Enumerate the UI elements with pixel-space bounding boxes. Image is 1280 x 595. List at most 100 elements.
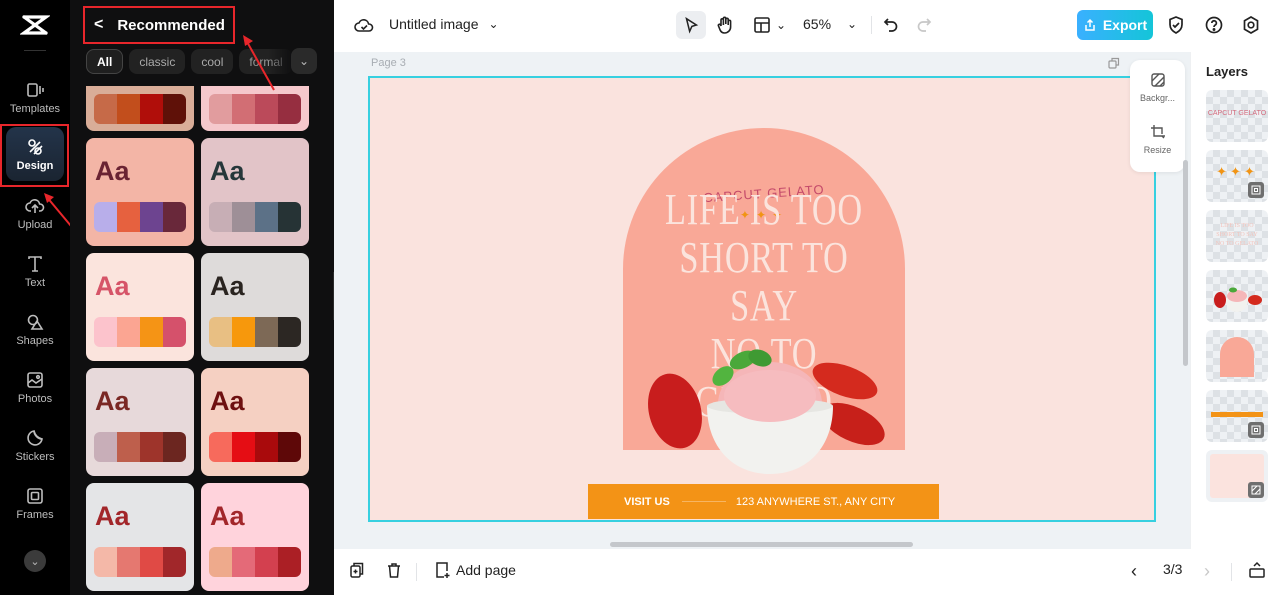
shapes-icon <box>27 314 44 330</box>
templates-icon <box>27 82 44 97</box>
resize-tool-button[interactable]: Resize <box>1130 124 1185 155</box>
rail-label: Text <box>24 276 46 289</box>
palette-card[interactable]: Aa <box>86 253 194 361</box>
undo-button[interactable] <box>881 15 901 35</box>
palette-card[interactable]: Aa <box>86 368 194 476</box>
next-page-button[interactable]: › <box>1204 561 1210 582</box>
bottom-divider <box>416 563 417 581</box>
font-sample: Aa <box>210 271 245 301</box>
palette-card[interactable] <box>201 86 309 131</box>
chip-cool[interactable]: cool <box>191 49 234 74</box>
rail-item-text[interactable]: Text <box>6 244 64 298</box>
palette-card[interactable]: Aa <box>201 368 309 476</box>
rail-divider <box>24 50 46 51</box>
rail-more-button[interactable]: ⌄ <box>24 550 46 572</box>
color-swatch <box>140 432 163 462</box>
color-swatch <box>209 317 232 347</box>
layer-banner[interactable] <box>1206 390 1268 442</box>
layer-background[interactable] <box>1206 450 1268 502</box>
duplicate-page-icon[interactable] <box>1108 57 1120 69</box>
color-swatch <box>163 317 186 347</box>
chevron-left-icon[interactable]: < <box>94 16 103 34</box>
previous-page-button[interactable]: ‹ <box>1131 561 1137 582</box>
resize-tool-label: Resize <box>1143 145 1172 155</box>
color-swatch <box>94 94 117 124</box>
palette-card[interactable] <box>86 86 194 131</box>
palette-card[interactable]: Aa <box>201 253 309 361</box>
font-sample: Aa <box>95 386 130 416</box>
settings-button[interactable] <box>1241 15 1261 35</box>
panel-header[interactable]: < Recommended <box>86 8 225 42</box>
color-swatch <box>278 202 301 232</box>
chip-all[interactable]: All <box>86 49 124 74</box>
vertical-scrollbar[interactable] <box>1183 160 1188 366</box>
layer-headline[interactable]: LIFE IS TOO SHORT TO SAY NO TO GELATO <box>1206 210 1268 262</box>
duplicate-page-button[interactable] <box>348 561 366 579</box>
redo-button[interactable] <box>914 15 934 35</box>
layers-panel: Layers CAPCUT GELATO ✦✦✦ LIFE IS TOO SHOR… <box>1190 52 1280 549</box>
chip-classic[interactable]: classic <box>129 49 186 74</box>
rail-item-design[interactable]: Design <box>6 127 64 181</box>
page-counter: 3/3 <box>1163 561 1183 577</box>
add-page-label: Add page <box>456 562 516 578</box>
palette-card[interactable]: Aa <box>86 483 194 591</box>
palette-card[interactable]: Aa <box>201 138 309 246</box>
palette-card[interactable]: Aa <box>201 483 309 591</box>
layout-menu-button[interactable]: ⌄ <box>752 15 786 35</box>
document-title[interactable]: Untitled image ⌄ <box>389 16 499 32</box>
help-button[interactable] <box>1204 15 1224 35</box>
color-swatch <box>94 317 117 347</box>
color-swatch <box>255 317 278 347</box>
color-swatch <box>232 547 255 577</box>
layer-brand-text[interactable]: CAPCUT GELATO <box>1206 90 1268 142</box>
rail-item-shapes[interactable]: Shapes <box>6 302 64 356</box>
hand-tool-button[interactable] <box>715 15 735 35</box>
export-button[interactable]: Export <box>1077 10 1153 40</box>
design-icon <box>28 138 43 155</box>
panel-title: Recommended <box>117 16 225 34</box>
color-swatch <box>140 94 163 124</box>
capcut-logo-icon[interactable] <box>20 12 50 38</box>
chips-expand-button[interactable]: ⌄ <box>291 48 317 74</box>
color-palette <box>94 432 186 462</box>
cloud-save-status[interactable] <box>354 15 374 35</box>
headline-line: LIFE IS TOO <box>665 185 863 234</box>
select-tool-button[interactable] <box>676 11 706 39</box>
chip-formal[interactable]: formal <box>239 49 293 74</box>
zoom-value: 65% <box>803 16 832 32</box>
font-sample: Aa <box>210 386 245 416</box>
palette-card[interactable]: Aa <box>86 138 194 246</box>
visit-banner[interactable]: VISIT US 123 ANYWHERE ST., ANY CITY <box>588 484 939 519</box>
color-palette <box>94 547 186 577</box>
rail-item-stickers[interactable]: Stickers <box>6 418 64 472</box>
add-page-button[interactable]: Add page <box>433 561 516 579</box>
gelato-photo[interactable] <box>645 346 885 476</box>
layer-gelato-photo[interactable] <box>1206 270 1268 322</box>
page-panel-toggle[interactable] <box>1248 561 1266 579</box>
color-swatch <box>278 317 301 347</box>
expand-pages-icon <box>1249 561 1265 578</box>
rail-label: Design <box>16 159 54 172</box>
horizontal-scrollbar[interactable] <box>610 542 913 547</box>
zoom-select[interactable]: 65% ⌄ <box>803 16 857 32</box>
color-swatch <box>232 94 255 124</box>
color-swatch <box>117 202 140 232</box>
layer-stars[interactable]: ✦✦✦ <box>1206 150 1268 202</box>
rail-label: Stickers <box>15 450 55 463</box>
text-icon <box>28 255 42 272</box>
layout-icon <box>754 17 770 33</box>
color-swatch <box>232 202 255 232</box>
left-rail: Templates Design Upload Text Shapes Phot… <box>0 0 70 595</box>
rail-item-upload[interactable]: Upload <box>6 186 64 240</box>
color-swatch <box>255 94 278 124</box>
photos-icon <box>27 371 43 388</box>
rail-item-photos[interactable]: Photos <box>6 360 64 414</box>
design-page[interactable]: CAPCUT GELATO ✦✦✦ LIFE IS TOO SHORT TO S… <box>368 76 1156 522</box>
background-tool-button[interactable]: Backgr... <box>1130 72 1185 103</box>
layer-arch-shape[interactable] <box>1206 330 1268 382</box>
delete-page-button[interactable] <box>385 561 403 579</box>
frames-icon <box>27 487 43 504</box>
rail-item-frames[interactable]: Frames <box>6 476 64 530</box>
rail-item-templates[interactable]: Templates <box>6 70 64 124</box>
security-button[interactable] <box>1166 15 1186 35</box>
